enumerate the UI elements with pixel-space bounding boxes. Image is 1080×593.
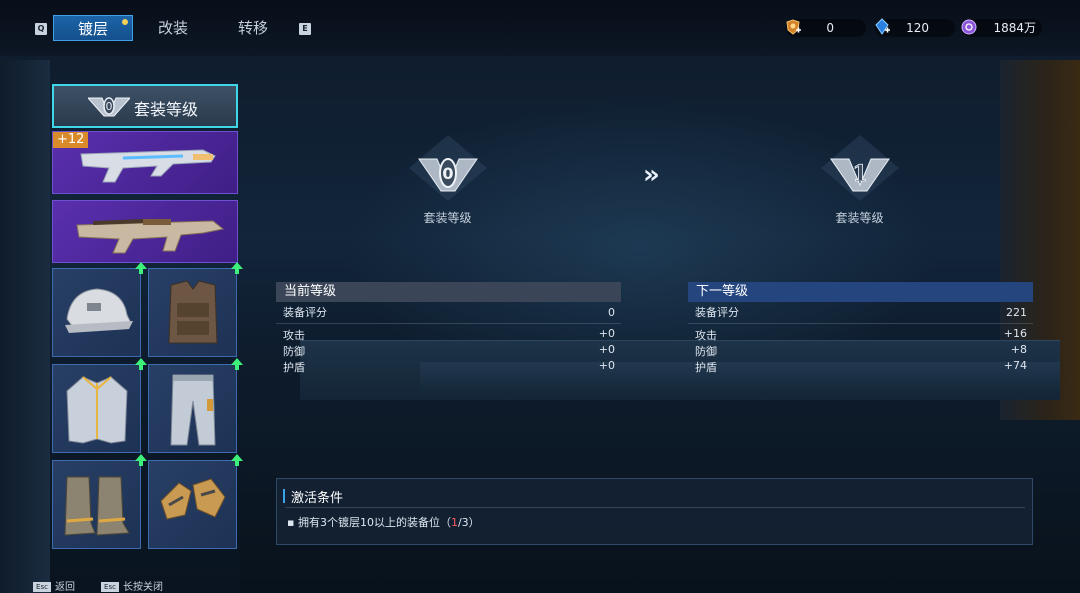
key-hint-next-tab: E <box>299 23 311 35</box>
stat-value: +74 <box>1003 359 1027 372</box>
purple-coin-icon <box>961 19 977 35</box>
currency-coin-value: 1884万 <box>993 21 1036 35</box>
activation-title: 激活条件 <box>291 491 344 506</box>
gold-crest-icon <box>786 19 801 35</box>
current-level-emblem: 0 套装等级 <box>400 135 495 226</box>
set-level-emblem-icon: 0 <box>88 97 130 117</box>
gear-slot-pants[interactable] <box>148 358 243 453</box>
esc-key-icon: Esc <box>33 582 51 592</box>
stat-label: 攻击 <box>283 329 305 342</box>
weapon-plating-level-badge: +12 <box>53 132 89 148</box>
currency-gold[interactable]: 0 <box>786 19 866 37</box>
stat-label: 护盾 <box>695 361 717 374</box>
level-1-emblem-icon: 1 <box>820 135 899 201</box>
next-stats-table: 下一等级 装备评分 221 攻击 +16 防御 +8 护盾 +74 <box>688 282 1033 375</box>
upgrade-arrow-icon <box>135 454 147 466</box>
section-accent-bar <box>283 489 285 503</box>
key-hint-prev-tab: Q <box>35 23 47 35</box>
tab-plating-label: 镀层 <box>77 20 108 38</box>
tab-transfer-label: 转移 <box>237 19 268 37</box>
level-0-emblem-icon: 0 <box>408 135 487 201</box>
boots-icon <box>64 476 130 536</box>
tab-modify-label: 改装 <box>157 19 188 37</box>
activation-condition: ▪ 拥有3个镀层10以上的装备位（1/3） <box>287 514 480 530</box>
currency-crystal[interactable]: 120 <box>875 18 955 37</box>
current-score-value: 0 <box>608 306 615 319</box>
close-hint[interactable]: Esc 长按关闭 <box>101 578 163 593</box>
close-hint-label: 长按关闭 <box>123 582 163 593</box>
bullet-icon: ▪ <box>287 516 298 529</box>
currency-crystal-value: 120 <box>906 21 929 35</box>
tactical-vest-icon <box>168 280 218 344</box>
upgrade-arrow-icon <box>135 262 147 274</box>
tab-modify[interactable]: 改装 <box>138 15 208 41</box>
gear-slot-jacket[interactable] <box>52 358 147 453</box>
next-stat-row: 护盾 +74 <box>688 359 1033 375</box>
current-level-caption: 套装等级 <box>423 211 472 225</box>
currency-gold-value: 0 <box>826 21 834 35</box>
level-arrow-icon: » <box>643 160 660 190</box>
next-stats-header: 下一等级 <box>688 282 1033 302</box>
helmet-icon <box>65 288 133 333</box>
current-stats-table: 当前等级 装备评分 0 攻击 +0 防御 +0 护盾 +0 <box>276 282 621 375</box>
current-score-label: 装备评分 <box>283 306 327 319</box>
stat-value: +8 <box>1010 343 1027 356</box>
gear-slot-vest[interactable] <box>148 262 243 357</box>
currency-coin[interactable]: 1884万 <box>961 19 1042 37</box>
upgrade-arrow-icon <box>231 454 243 466</box>
divider <box>285 507 1025 508</box>
gloves-icon <box>160 478 226 520</box>
next-stat-row: 攻击 +16 <box>688 327 1033 343</box>
stat-label: 攻击 <box>695 329 717 342</box>
stat-value: +0 <box>598 359 615 372</box>
activation-conditions-panel: 激活条件 ▪ 拥有3个镀层10以上的装备位（1/3） <box>276 478 1033 545</box>
jacket-icon <box>66 376 128 444</box>
tab-plating[interactable]: 镀层 <box>53 15 133 41</box>
back-hint[interactable]: Esc 返回 <box>33 578 75 593</box>
next-score-value: 221 <box>1006 306 1027 319</box>
next-stat-row: 防御 +8 <box>688 343 1033 359</box>
back-hint-label: 返回 <box>55 582 75 593</box>
stat-value: +0 <box>598 327 615 340</box>
upgrade-arrow-icon <box>231 262 243 274</box>
next-level-emblem: 1 套装等级 <box>812 135 907 226</box>
blue-crystal-icon <box>875 18 890 35</box>
current-stat-row: 防御 +0 <box>276 343 621 359</box>
condition-progress-current: 1 <box>450 516 458 529</box>
stat-value: +16 <box>1003 327 1027 340</box>
next-score-label: 装备评分 <box>695 306 739 319</box>
current-stats-header: 当前等级 <box>276 282 621 302</box>
stat-label: 防御 <box>695 345 717 358</box>
smg-icon <box>76 219 225 254</box>
condition-text: 拥有3个镀层10以上的装备位（ <box>297 516 451 529</box>
top-bar: Q 镀层 改装 转移 E 0 120 1884万 <box>0 0 1080 56</box>
weapon-slot-primary[interactable]: +12 <box>52 131 238 194</box>
background-wall-left <box>0 60 50 593</box>
current-stat-row: 护盾 +0 <box>276 359 621 375</box>
stat-label: 护盾 <box>283 361 305 374</box>
current-score-row: 装备评分 0 <box>276 302 621 324</box>
condition-text-suffix: /3） <box>457 516 480 529</box>
next-score-row: 装备评分 221 <box>688 302 1033 324</box>
stat-label: 防御 <box>283 345 305 358</box>
gear-slot-boots[interactable] <box>52 454 147 549</box>
next-level-caption: 套装等级 <box>835 211 884 225</box>
svg-text:0: 0 <box>442 164 453 183</box>
svg-text:0: 0 <box>106 100 113 113</box>
current-stat-row: 攻击 +0 <box>276 327 621 343</box>
gear-slot-gloves[interactable] <box>148 454 243 549</box>
set-level-header[interactable]: 0 套装等级 <box>52 84 238 128</box>
svg-text:1: 1 <box>852 161 867 187</box>
weapon-slot-secondary[interactable] <box>52 200 238 263</box>
tab-transfer[interactable]: 转移 <box>218 15 288 41</box>
esc-key-icon: Esc <box>101 582 119 592</box>
upgrade-arrow-icon <box>231 358 243 370</box>
set-level-header-label: 套装等级 <box>134 100 199 119</box>
pants-icon <box>170 374 216 446</box>
gear-slot-helmet[interactable] <box>52 262 147 357</box>
notification-dot-icon <box>122 19 128 25</box>
stat-value: +0 <box>598 343 615 356</box>
upgrade-arrow-icon <box>135 358 147 370</box>
